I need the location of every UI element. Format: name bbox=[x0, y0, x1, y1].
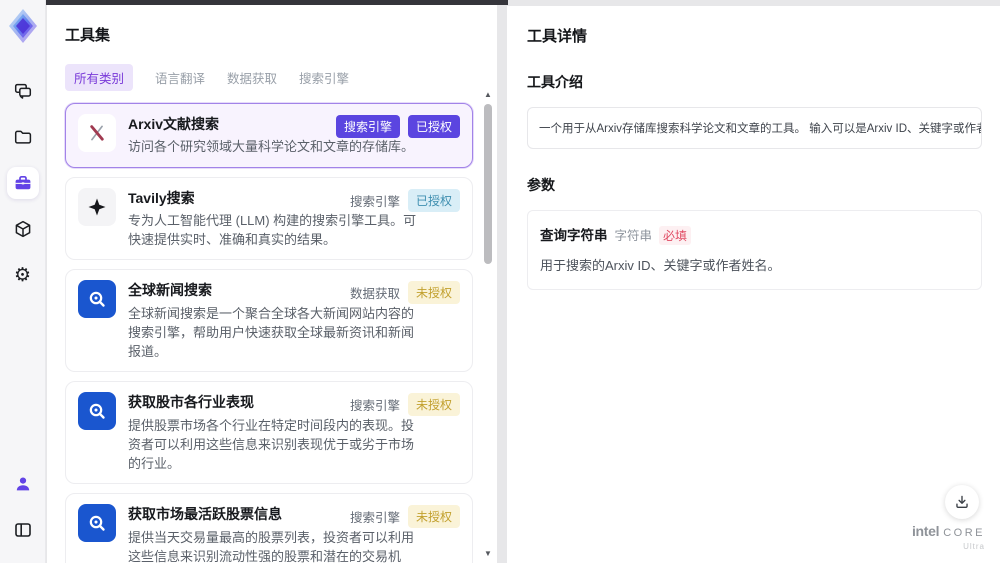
tool-detail-panel: 工具详情 工具介绍 一个用于从Arxiv存储库搜索科学论文和文章的工具。 输入可… bbox=[507, 6, 1000, 563]
tab-all-categories[interactable]: 所有类别 bbox=[65, 64, 134, 91]
parameter-name: 查询字符串 bbox=[540, 228, 608, 243]
scrollbar-thumb[interactable] bbox=[484, 104, 492, 264]
stock-search-icon bbox=[78, 504, 116, 543]
page-title: 工具集 bbox=[65, 27, 111, 44]
category-badge: 搜索引擎 bbox=[335, 115, 400, 138]
sidebar-item-settings[interactable]: ⚙ bbox=[7, 259, 39, 291]
category-tabs: 所有类别 语言翻译 数据获取 搜索引擎 bbox=[65, 64, 481, 91]
sidebar-item-tools[interactable] bbox=[6, 167, 39, 199]
sidebar-item-files[interactable] bbox=[7, 121, 39, 153]
card-badges: 数据获取 未授权 bbox=[349, 281, 460, 305]
panel-toggle-icon bbox=[13, 520, 33, 540]
auth-status-badge: 未授权 bbox=[407, 393, 460, 417]
sidebar-item-packages[interactable] bbox=[7, 213, 39, 245]
params-heading: 参数 bbox=[527, 177, 555, 193]
intel-core-logo: intel CORE Ultra bbox=[912, 523, 985, 551]
auth-status-badge: 未授权 bbox=[407, 505, 460, 529]
tavily-star-icon bbox=[78, 187, 116, 226]
sidebar-item-account[interactable] bbox=[7, 468, 39, 500]
gear-icon: ⚙ bbox=[13, 264, 32, 286]
ultra-wordmark: Ultra bbox=[963, 542, 985, 551]
card-badges: 搜索引擎 未授权 bbox=[349, 393, 460, 417]
tool-card-global-news[interactable]: 全球新闻搜索 全球新闻搜索是一个聚合全球各大新闻网站内容的搜索引擎，帮助用户快速… bbox=[65, 269, 473, 373]
required-badge: 必填 bbox=[659, 226, 692, 245]
scrollbar-track[interactable] bbox=[484, 100, 492, 550]
parameter-type: 字符串 bbox=[614, 229, 653, 243]
tab-data-fetching[interactable]: 数据获取 bbox=[227, 68, 277, 87]
tool-description: 提供当天交易量最高的股票列表，投资者可以利用这些信息来识别流动性强的股票和潜在的… bbox=[128, 529, 415, 563]
parameter-description: 用于搜索的Arxiv ID、关键字或作者姓名。 bbox=[540, 258, 781, 273]
folder-icon bbox=[13, 127, 33, 147]
tool-card-arxiv[interactable]: Arxiv文献搜索 访问各个研究领域大量科学论文和文章的存储库。 搜索引擎 已授… bbox=[65, 103, 473, 168]
tool-list-panel: 工具集 所有类别 语言翻译 数据获取 搜索引擎 Arxiv文献搜索 访问各个研究… bbox=[47, 5, 497, 563]
tool-description: 全球新闻搜索是一个聚合全球各大新闻网站内容的搜索引擎，帮助用户快速获取全球最新资… bbox=[128, 305, 415, 360]
category-label: 搜索引擎 bbox=[349, 194, 400, 209]
core-wordmark: CORE bbox=[943, 527, 985, 539]
category-label: 数据获取 bbox=[349, 287, 400, 302]
auth-status-badge: 已授权 bbox=[407, 115, 460, 138]
card-badges: 搜索引擎 未授权 bbox=[349, 505, 460, 529]
list-scrollbar[interactable]: ▲ ▼ bbox=[483, 91, 493, 559]
card-badges: 搜索引擎 已授权 bbox=[335, 115, 460, 138]
tool-description: 提供股票市场各个行业在特定时间段内的表现。投资者可以利用这些信息来识别表现优于或… bbox=[128, 417, 415, 472]
tool-card-tavily[interactable]: Tavily搜索 专为人工智能代理 (LLM) 构建的搜索引擎工具。可快速提供实… bbox=[65, 176, 473, 261]
tool-intro-text: 一个用于从Arxiv存储库搜索科学论文和文章的工具。 输入可以是Arxiv ID… bbox=[527, 107, 982, 149]
detail-title: 工具详情 bbox=[527, 28, 588, 45]
arxiv-icon bbox=[78, 114, 116, 152]
scroll-up-icon[interactable]: ▲ bbox=[484, 91, 492, 100]
download-button[interactable] bbox=[945, 485, 979, 519]
window-top-edge bbox=[46, 0, 508, 5]
auth-status-badge: 未授权 bbox=[407, 281, 460, 305]
cube-icon bbox=[13, 219, 33, 239]
intel-wordmark: intel bbox=[911, 523, 940, 539]
category-label: 搜索引擎 bbox=[349, 399, 400, 414]
card-badges: 搜索引擎 已授权 bbox=[349, 188, 460, 212]
auth-status-badge: 已授权 bbox=[407, 188, 460, 212]
tool-description: 访问各个研究领域大量科学论文和文章的存储库。 bbox=[128, 139, 415, 155]
tool-card-stock-industry[interactable]: 获取股市各行业表现 提供股票市场各个行业在特定时间段内的表现。投资者可以利用这些… bbox=[65, 381, 473, 485]
parameter-card: 查询字符串 字符串 必填 用于搜索的Arxiv ID、关键字或作者姓名。 bbox=[527, 210, 982, 290]
download-icon bbox=[953, 493, 971, 511]
tab-language-translation[interactable]: 语言翻译 bbox=[155, 68, 205, 87]
tool-card-active-stocks[interactable]: 获取市场最活跃股票信息 提供当天交易量最高的股票列表，投资者可以利用这些信息来识… bbox=[65, 493, 473, 563]
sidebar-item-collapse[interactable] bbox=[7, 514, 39, 546]
user-avatar-icon bbox=[13, 474, 33, 494]
parameter-header: 查询字符串 字符串 必填 bbox=[540, 224, 969, 245]
tool-card-list: Arxiv文献搜索 访问各个研究领域大量科学论文和文章的存储库。 搜索引擎 已授… bbox=[65, 103, 481, 563]
app-logo-icon bbox=[7, 8, 39, 44]
scroll-down-icon[interactable]: ▼ bbox=[484, 550, 492, 559]
briefcase-icon bbox=[13, 173, 33, 193]
chat-icon bbox=[13, 81, 33, 101]
sidebar-item-chat[interactable] bbox=[7, 75, 39, 107]
tab-search-engine[interactable]: 搜索引擎 bbox=[299, 68, 349, 87]
intro-heading: 工具介绍 bbox=[527, 74, 583, 90]
category-label: 搜索引擎 bbox=[349, 511, 400, 526]
tool-description: 专为人工智能代理 (LLM) 构建的搜索引擎工具。可快速提供实时、准确和真实的结… bbox=[128, 212, 417, 248]
news-search-icon bbox=[78, 280, 116, 319]
app-root: ⚙ 工具集 所有类别 语言翻译 数据获取 搜索引擎 Arxiv文献搜索 访问各个… bbox=[0, 0, 1000, 563]
sidebar: ⚙ bbox=[0, 0, 46, 563]
stock-search-icon bbox=[78, 392, 116, 431]
